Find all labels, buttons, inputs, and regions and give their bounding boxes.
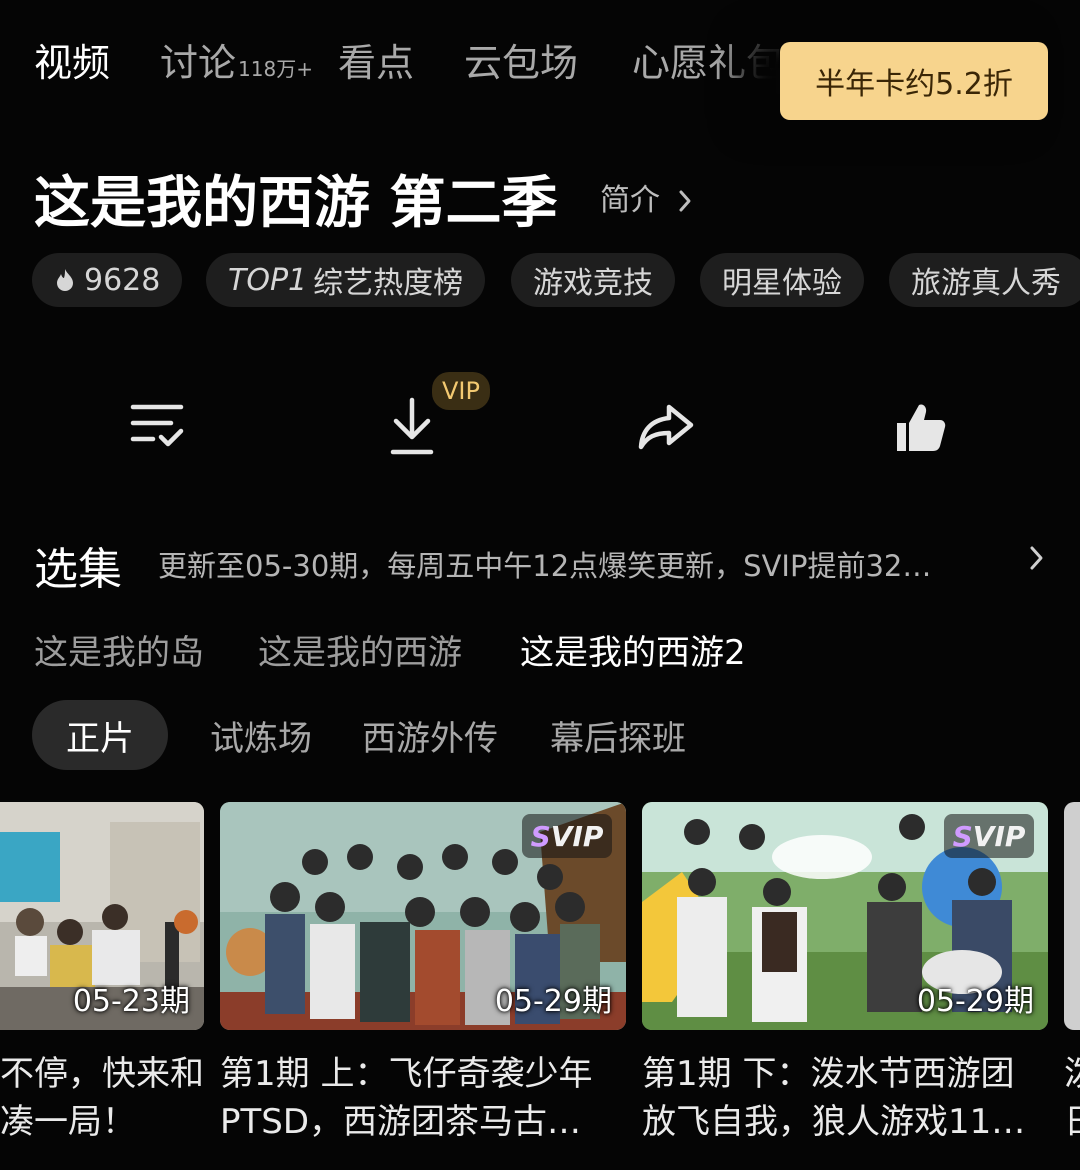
episode-description: 不停，快来和 凑一局！: [0, 1050, 206, 1146]
category-trial[interactable]: 试炼场: [210, 700, 312, 770]
category-behind-scenes[interactable]: 幕后探班: [550, 700, 686, 770]
chevron-right-icon[interactable]: [1024, 543, 1048, 573]
tab-discussion[interactable]: 讨论 118万+: [160, 32, 313, 87]
episode-description-line: 日: [1064, 1098, 1080, 1146]
category-main[interactable]: 正片: [32, 700, 168, 770]
heat-value: 9628: [84, 262, 161, 298]
tab-cloud-screening[interactable]: 云包场: [464, 32, 578, 87]
vip-badge: VIP: [432, 372, 490, 410]
season-item-journey-2[interactable]: 这是我的西游2: [520, 625, 746, 674]
top-tab-bar: 视频 讨论 118万+ 看点 云包场 心愿礼包 半年卡约5.2折: [0, 22, 1080, 120]
rank-label: 综艺热度榜: [313, 266, 464, 301]
share-button[interactable]: [631, 392, 701, 462]
tab-video[interactable]: 视频: [34, 32, 110, 87]
svip-badge: S VIP: [944, 814, 1034, 858]
thumbs-up-icon: [897, 404, 946, 451]
heat-tag[interactable]: 9628: [32, 253, 183, 307]
category-side-story[interactable]: 西游外传: [362, 700, 498, 770]
episode-description-line: 放飞自我，狼人游戏11…: [642, 1102, 1026, 1142]
episode-card[interactable]: S VIP 05-29期: [642, 802, 1048, 1030]
episode-description-line: 第1期 上：飞仔奇袭少年: [220, 1054, 593, 1094]
tab-wish-gift[interactable]: 心愿礼包: [632, 32, 784, 87]
tab-highlights[interactable]: 看点: [338, 32, 414, 87]
episode-card[interactable]: [1064, 802, 1080, 1030]
episode-card[interactable]: 05-23期: [0, 802, 204, 1030]
intro-link[interactable]: 简介: [600, 175, 692, 219]
download-icon: [390, 397, 434, 455]
rank-top-label: TOP1: [228, 262, 308, 298]
flame-icon: [57, 269, 73, 291]
episode-date: 05-29期: [916, 984, 1034, 1019]
episode-description: 泼 日: [1064, 1050, 1080, 1146]
genre-tag-celebrity[interactable]: 明星体验: [700, 253, 864, 307]
episode-description: 第1期 下：泼水节西游团 放飞自我，狼人游戏11…: [642, 1050, 1052, 1146]
episode-description-line: 泼: [1064, 1050, 1080, 1098]
episode-description-line: 第1期 下：泼水节西游团: [642, 1054, 1015, 1094]
episodes-title: 选集: [34, 544, 122, 595]
svip-badge: S VIP: [522, 814, 612, 858]
genre-tag-travel[interactable]: 旅游真人秀: [889, 253, 1080, 307]
playlist-button[interactable]: [122, 392, 192, 462]
share-icon: [638, 404, 694, 450]
like-button[interactable]: [886, 392, 956, 462]
episode-description-line: 不停，快来和: [0, 1054, 204, 1094]
episode-date: 05-23期: [72, 984, 190, 1019]
intro-label: 简介: [600, 183, 660, 218]
playlist-check-icon: [130, 404, 184, 447]
episode-description-line: 凑一局！: [0, 1102, 136, 1142]
episode-description: 第1期 上：飞仔奇袭少年 PTSD，西游团茶马古…: [220, 1050, 630, 1146]
update-info: 更新至05-30期，每周五中午12点爆笑更新，SVIP提前32…: [158, 549, 932, 583]
episode-description-line: PTSD，西游团茶马古…: [220, 1102, 582, 1142]
rank-tag[interactable]: TOP1 综艺热度榜: [206, 253, 486, 307]
episode-card[interactable]: S VIP 05-29期: [220, 802, 626, 1030]
show-title: 这是我的西游 第二季: [34, 171, 558, 236]
chevron-right-icon: [679, 190, 691, 212]
genre-tag-gaming[interactable]: 游戏竞技: [511, 253, 675, 307]
membership-promo-button[interactable]: 半年卡约5.2折: [780, 42, 1048, 120]
tab-discussion-label: 讨论: [160, 41, 237, 85]
season-item-island[interactable]: 这是我的岛: [34, 625, 204, 674]
episode-date: 05-29期: [494, 984, 612, 1019]
season-item-journey-1[interactable]: 这是我的西游: [258, 625, 462, 674]
discussion-count: 118万+: [238, 57, 313, 81]
